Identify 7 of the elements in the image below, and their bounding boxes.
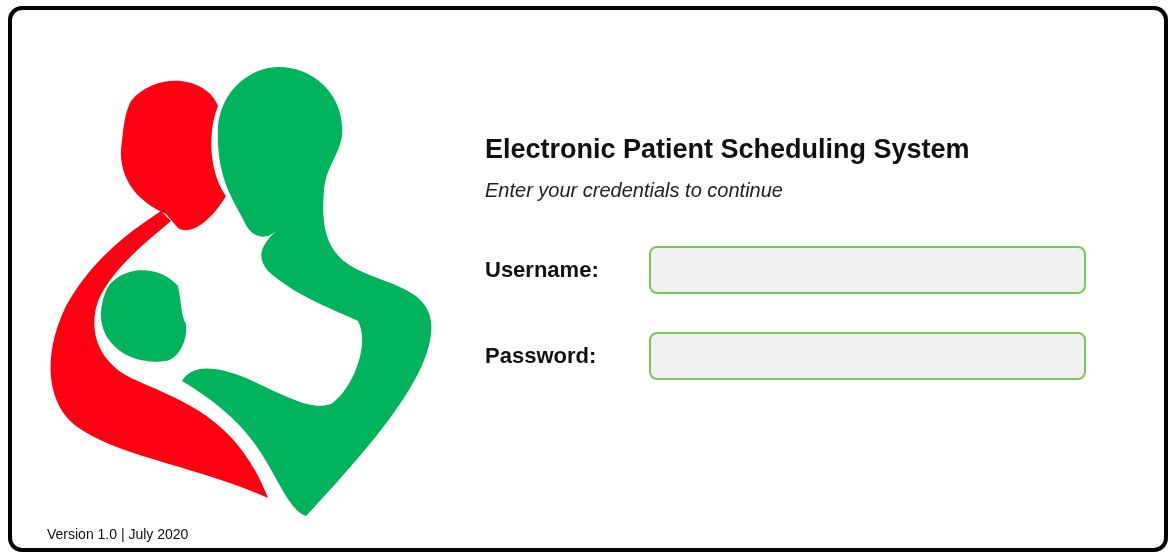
version-text: Version 1.0 | July 2020 [46, 526, 190, 544]
field-label: Password: [485, 343, 598, 369]
field-label: Username: [485, 257, 600, 283]
input-field[interactable] [649, 246, 1086, 294]
subtitle: Enter your credentials to continue [485, 179, 784, 202]
input-field[interactable] [649, 332, 1086, 380]
app-title: Electronic Patient Scheduling System [485, 134, 971, 165]
